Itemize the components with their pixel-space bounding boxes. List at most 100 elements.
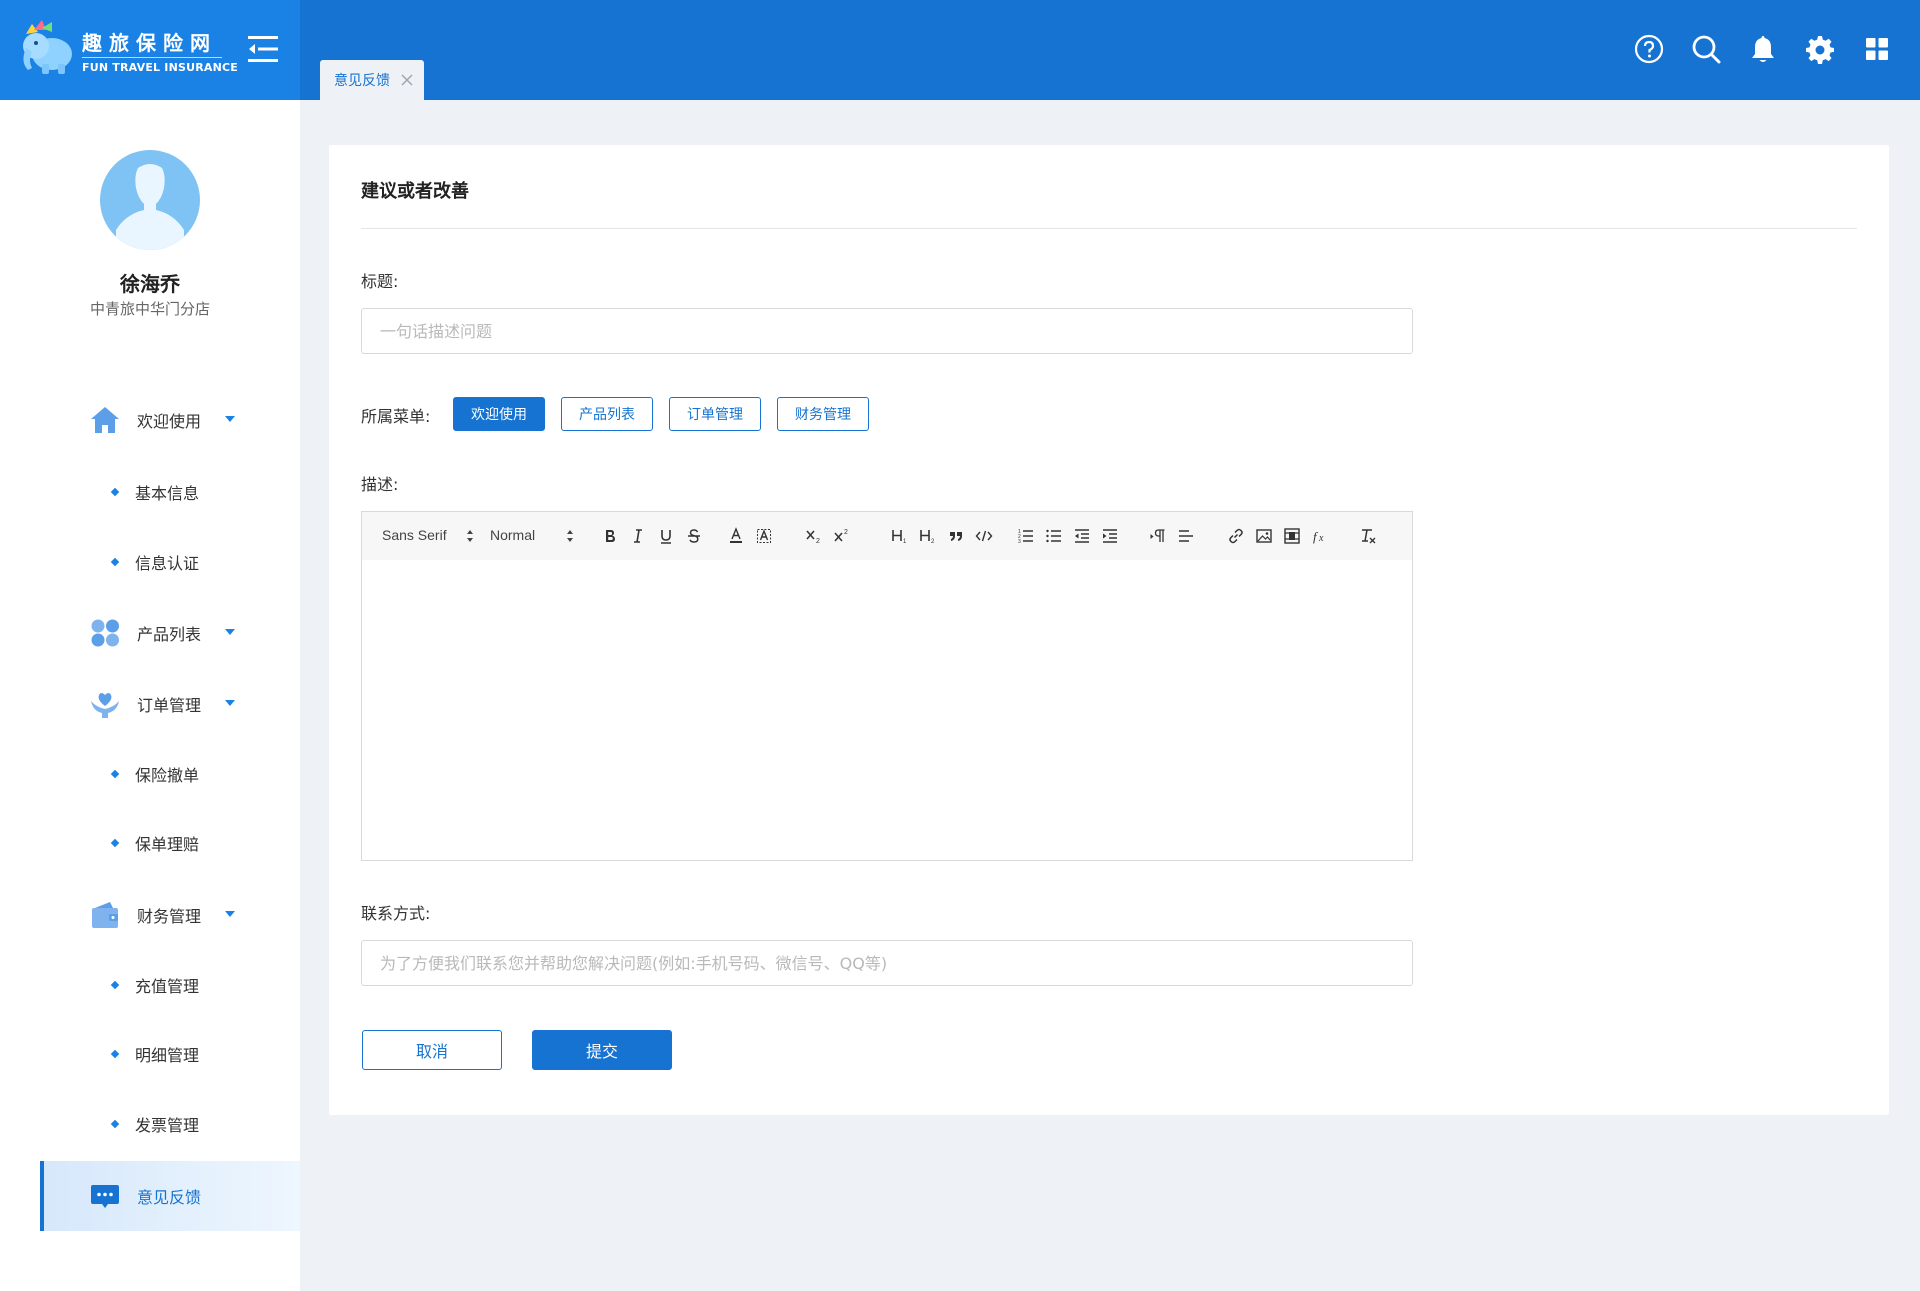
image-icon[interactable] [1254,526,1274,546]
sidebar-item-label: 保险撤单 [135,766,200,785]
help-icon[interactable] [1634,34,1664,64]
submit-button[interactable]: 提交 [532,1030,672,1070]
svg-text:2: 2 [816,538,820,545]
text-color-icon[interactable] [726,526,746,546]
link-icon[interactable] [1226,526,1246,546]
brand-name-cn: 趣旅保险网 [82,31,217,55]
sidebar-item-label: 财务管理 [137,907,202,926]
sidebar-item-claims[interactable]: 保单理赔 [40,818,300,868]
background-color-icon[interactable] [754,526,774,546]
bold-icon[interactable] [600,526,620,546]
tab-label: 意见反馈 [334,73,390,89]
italic-icon[interactable] [628,526,648,546]
bullet-icon [110,980,120,990]
bullet-icon [110,1119,120,1129]
bullet-icon [110,838,120,848]
blockquote-icon[interactable] [946,526,966,546]
user-name: 徐海乔 [120,272,180,296]
sidebar: 徐海乔 中青旅中华门分店 欢迎使用 基本信息 信息认证 产品列表 订单管理 保险… [0,100,300,1291]
bullet-list-icon[interactable] [1044,526,1064,546]
tab-feedback[interactable]: 意见反馈 [320,60,424,100]
brand-divider [82,57,222,58]
menu-option-finance[interactable]: 财务管理 [777,397,869,431]
chevron-down-icon [225,629,235,635]
rich-text-editor: Sans Serif Normal 2 2 1 2 123 f x [361,511,1413,861]
editor-content-area[interactable] [362,560,1412,860]
chevron-down-icon [225,911,235,917]
contact-input[interactable] [361,940,1413,986]
svg-text:1: 1 [903,539,907,545]
close-icon[interactable] [400,73,414,87]
menu-collapse-icon[interactable] [246,32,280,66]
menu-label: 所属菜单: [361,407,431,426]
font-size-select[interactable]: Normal [490,527,535,543]
sidebar-item-welcome[interactable]: 欢迎使用 [40,392,300,448]
page-title: 建议或者改善 [361,181,469,202]
sidebar-item-basic-info[interactable]: 基本信息 [40,467,300,517]
title-input[interactable] [361,308,1413,354]
bullet-icon [110,1049,120,1059]
sidebar-item-label: 保单理赔 [135,835,200,854]
sidebar-item-invoices[interactable]: 发票管理 [40,1099,300,1149]
ordered-list-icon[interactable]: 123 [1016,526,1036,546]
bullet-icon [110,557,120,567]
bullet-icon [110,487,120,497]
text-direction-icon[interactable] [1148,526,1168,546]
description-label: 描述: [361,475,399,494]
cancel-button[interactable]: 取消 [362,1030,502,1070]
sidebar-item-products[interactable]: 产品列表 [40,605,300,661]
sidebar-item-label: 订单管理 [137,696,202,715]
video-icon[interactable] [1282,526,1302,546]
heading1-icon[interactable]: 1 [890,526,910,546]
menu-option-welcome[interactable]: 欢迎使用 [453,397,545,431]
wallet-icon [92,902,118,928]
feedback-form-card: 建议或者改善 标题: 所属菜单: 欢迎使用 产品列表 订单管理 财务管理 描述:… [329,145,1889,1115]
top-bar: 趣旅保险网 FUN TRAVEL INSURANCE 意见反馈 [0,0,1920,100]
menu-option-orders[interactable]: 订单管理 [669,397,761,431]
sidebar-item-verification[interactable]: 信息认证 [40,537,300,587]
underline-icon[interactable] [656,526,676,546]
sidebar-item-cancel-policy[interactable]: 保险撤单 [40,749,300,799]
bullet-icon [110,769,120,779]
elephant-logo-icon [23,20,72,74]
sidebar-item-label: 明细管理 [135,1046,200,1065]
heading2-icon[interactable]: 2 [918,526,938,546]
menu-option-products[interactable]: 产品列表 [561,397,653,431]
sidebar-item-feedback[interactable]: 意见反馈 [40,1161,300,1231]
heart-hand-icon [91,693,119,718]
contact-label: 联系方式: [361,904,431,923]
sidebar-item-label: 信息认证 [135,554,200,573]
bell-icon[interactable] [1748,34,1778,64]
sidebar-item-label: 意见反馈 [137,1188,202,1207]
sidebar-item-label: 基本信息 [135,484,200,503]
code-block-icon[interactable] [974,526,994,546]
strikethrough-icon[interactable] [684,526,704,546]
outdent-icon[interactable] [1072,526,1092,546]
svg-text:2: 2 [844,529,848,536]
apps-grid-icon[interactable] [1862,34,1892,64]
sidebar-item-details[interactable]: 明细管理 [40,1029,300,1079]
sidebar-item-orders[interactable]: 订单管理 [40,676,300,732]
formula-icon[interactable]: fx [1310,526,1330,546]
chevron-down-icon [225,416,235,422]
select-arrows-icon [467,530,473,542]
indent-icon[interactable] [1100,526,1120,546]
subscript-icon[interactable]: 2 [804,526,824,546]
font-family-select[interactable]: Sans Serif [382,527,447,543]
chevron-down-icon [225,700,235,706]
sidebar-item-label: 欢迎使用 [137,412,202,431]
divider [361,228,1857,229]
superscript-icon[interactable]: 2 [832,526,852,546]
editor-toolbar: Sans Serif Normal 2 2 1 2 123 f x [362,512,1412,560]
sidebar-item-label: 充值管理 [135,977,200,996]
home-icon [91,407,119,433]
gear-icon[interactable] [1805,34,1835,64]
grid-icon [91,619,119,647]
sidebar-item-finance[interactable]: 财务管理 [40,887,300,943]
search-icon[interactable] [1691,34,1721,64]
clear-format-icon[interactable] [1358,526,1378,546]
brand-name-en: FUN TRAVEL INSURANCE [82,61,239,74]
align-left-icon[interactable] [1176,526,1196,546]
sidebar-item-recharge[interactable]: 充值管理 [40,960,300,1010]
avatar[interactable] [100,150,200,250]
